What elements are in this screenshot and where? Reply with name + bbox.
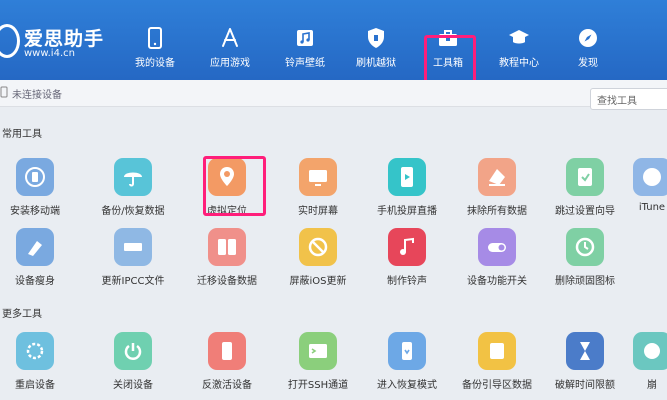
app-url: www.i4.cn [24, 48, 75, 59]
tool-migrate-data[interactable]: 迁移设备数据 [182, 228, 272, 298]
tool-skip-setup[interactable]: 跳过设置向导 [540, 158, 630, 228]
ipcc-icon [114, 228, 152, 266]
tool-label: 手机投屏直播 [377, 206, 437, 217]
nav-label: 我的设备 [135, 58, 175, 69]
tool-label: 设备功能开关 [467, 276, 527, 287]
status-bar: 未连接设备 [0, 80, 667, 107]
backup-boot-icon [478, 332, 516, 370]
ssh-icon [299, 332, 337, 370]
nav-label: 铃声壁纸 [285, 58, 325, 69]
tool-label: 备份/恢复数据 [101, 206, 165, 217]
screen-icon [299, 158, 337, 196]
tool-install-mobile[interactable]: 安装移动端 [0, 158, 80, 228]
toolbox-screen: 爱思助手 www.i4.cn 我的设备 应用游戏 铃声壁纸 刷机越狱 工具箱 教… [0, 0, 667, 400]
tool-label: 破解时间限额 [555, 380, 615, 391]
tool-label: 设备瘦身 [15, 276, 55, 287]
tool-crack-time-limit[interactable]: 破解时间限额 [540, 332, 630, 400]
tool-label: 重启设备 [15, 380, 55, 391]
tool-label: 制作铃声 [387, 276, 427, 287]
toggle-icon [478, 228, 516, 266]
graduation-cap-icon [509, 30, 529, 44]
nav-apps-games[interactable]: 应用游戏 [197, 18, 263, 80]
tool-restart-device[interactable]: 重启设备 [0, 332, 80, 400]
tool-label: 更新IPCC文件 [101, 276, 165, 287]
tool-recovery-mode[interactable]: 进入恢复模式 [362, 332, 452, 400]
nav-flash-jailbreak[interactable]: 刷机越狱 [343, 18, 409, 80]
tool-feature-toggle[interactable]: 设备功能开关 [452, 228, 542, 298]
logo-mark-icon [0, 24, 20, 58]
delete-icon [566, 228, 604, 266]
tool-label: 抹除所有数据 [467, 206, 527, 217]
tool-itunes[interactable]: iTune [622, 158, 667, 228]
nav-tutorials[interactable]: 教程中心 [486, 18, 552, 80]
section-common-title: 常用工具 [2, 129, 42, 140]
power-icon [114, 332, 152, 370]
app-store-icon [222, 28, 238, 47]
tool-label: 备份引导区数据 [462, 380, 532, 391]
compass-icon [579, 29, 597, 47]
tool-delete-stubborn-icon[interactable]: 删除顽固图标 [540, 228, 630, 298]
recovery-icon [388, 332, 426, 370]
phone-install-icon [16, 158, 54, 196]
tool-label: 迁移设备数据 [197, 276, 257, 287]
restart-icon [16, 332, 54, 370]
tool-label: 崩 [647, 380, 657, 391]
tool-shutdown-device[interactable]: 关闭设备 [88, 332, 178, 400]
tool-label: 反激活设备 [202, 380, 252, 391]
nav-label: 发现 [578, 58, 598, 69]
tool-label: 关闭设备 [113, 380, 153, 391]
crash-icon [633, 332, 667, 370]
tool-label: 屏蔽iOS更新 [289, 276, 347, 287]
tool-block-ios-update[interactable]: 屏蔽iOS更新 [273, 228, 363, 298]
hourglass-icon [566, 332, 604, 370]
virtual-location-highlight-box [203, 156, 266, 216]
broom-icon [16, 228, 54, 266]
app-name: 爱思助手 [24, 28, 105, 50]
tool-label: 进入恢复模式 [377, 380, 437, 391]
nav-label: 应用游戏 [210, 58, 250, 69]
block-update-icon [299, 228, 337, 266]
itunes-icon [633, 158, 667, 196]
tool-search-input[interactable] [591, 92, 667, 111]
music-note-icon [388, 228, 426, 266]
tool-crash[interactable]: 崩 [622, 332, 667, 400]
tool-update-ipcc[interactable]: 更新IPCC文件 [88, 228, 178, 298]
tool-erase-all[interactable]: 抹除所有数据 [452, 158, 542, 228]
migrate-icon [208, 228, 246, 266]
tool-deactivate-device[interactable]: 反激活设备 [182, 332, 272, 400]
tool-make-ringtone[interactable]: 制作铃声 [362, 228, 452, 298]
shield-icon [368, 28, 384, 48]
nav-label: 教程中心 [499, 58, 539, 69]
section-more-title: 更多工具 [2, 309, 42, 320]
app-logo[interactable]: 爱思助手 www.i4.cn [0, 22, 110, 66]
tool-device-slim[interactable]: 设备瘦身 [0, 228, 80, 298]
device-status-text: 未连接设备 [12, 90, 62, 101]
nav-label: 刷机越狱 [356, 58, 396, 69]
tool-screen-cast[interactable]: 手机投屏直播 [362, 158, 452, 228]
tool-label: 安装移动端 [10, 206, 60, 217]
nav-my-device[interactable]: 我的设备 [122, 18, 188, 80]
tool-label: 打开SSH通道 [287, 380, 349, 391]
tool-label: iTune [638, 202, 666, 213]
nav-discover[interactable]: 发现 [555, 18, 621, 80]
tool-realtime-screen[interactable]: 实时屏幕 [273, 158, 363, 228]
tool-label: 删除顽固图标 [555, 276, 615, 287]
skip-guide-icon [566, 158, 604, 196]
tool-backup-boot-data[interactable]: 备份引导区数据 [452, 332, 542, 400]
phone-icon [148, 27, 162, 49]
deactivate-icon [208, 332, 246, 370]
nav-ringtones-wallpapers[interactable]: 铃声壁纸 [272, 18, 338, 80]
music-icon [297, 30, 313, 46]
tool-open-ssh[interactable]: 打开SSH通道 [273, 332, 363, 400]
tool-label: 跳过设置向导 [555, 206, 615, 217]
umbrella-icon [114, 158, 152, 196]
tool-label: 实时屏幕 [298, 206, 338, 217]
play-screen-icon [388, 158, 426, 196]
eraser-icon [478, 158, 516, 196]
tool-search-box[interactable] [590, 88, 667, 111]
top-header: 爱思助手 www.i4.cn 我的设备 应用游戏 铃声壁纸 刷机越狱 工具箱 教… [0, 0, 667, 87]
device-status-icon [0, 86, 8, 98]
tool-backup-restore[interactable]: 备份/恢复数据 [88, 158, 178, 228]
